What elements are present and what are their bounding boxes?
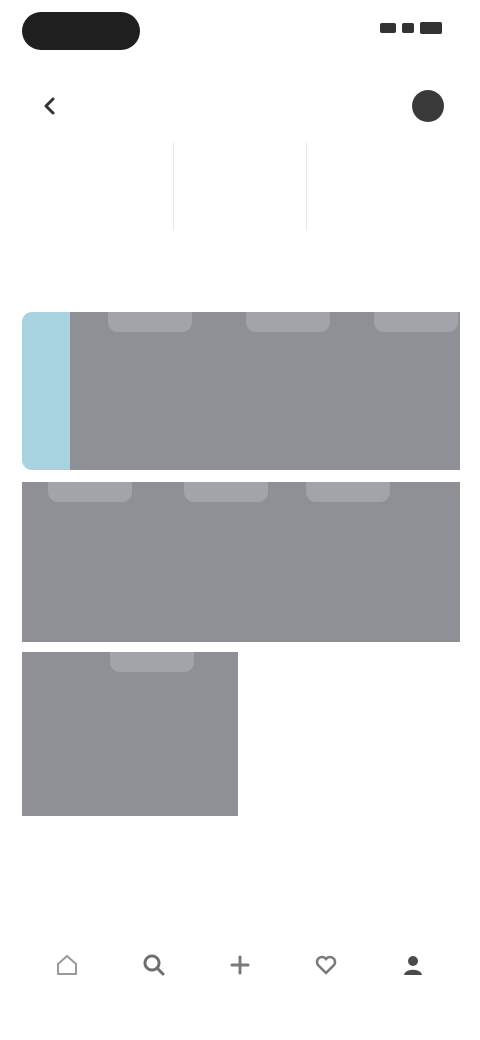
nav-search[interactable] bbox=[122, 936, 186, 1000]
header bbox=[0, 80, 480, 132]
tile-tab bbox=[374, 312, 458, 332]
grid-tile[interactable] bbox=[198, 312, 330, 470]
tile-tab bbox=[246, 312, 330, 332]
stats-row bbox=[40, 142, 440, 230]
stat-item bbox=[307, 142, 440, 230]
home-icon bbox=[57, 954, 78, 975]
nav-create[interactable] bbox=[208, 936, 272, 1000]
tile-tab bbox=[306, 482, 390, 502]
plus-icon bbox=[230, 955, 250, 975]
stat-item bbox=[174, 142, 308, 230]
stat-item bbox=[40, 142, 174, 230]
grid-tile[interactable] bbox=[296, 482, 460, 642]
grid-tile[interactable] bbox=[158, 482, 296, 642]
profile-icon bbox=[403, 956, 422, 975]
grid-tile[interactable] bbox=[22, 652, 238, 816]
status-bar bbox=[0, 0, 480, 64]
bottom-navigation bbox=[0, 920, 480, 1016]
tile-tab bbox=[48, 482, 132, 502]
back-arrow-icon bbox=[44, 97, 55, 115]
more-button[interactable] bbox=[412, 90, 444, 122]
signal-icon bbox=[380, 23, 396, 33]
tile-tab bbox=[108, 312, 192, 332]
nav-home[interactable] bbox=[35, 936, 99, 1000]
grid-tile[interactable] bbox=[22, 482, 158, 642]
status-time-pill bbox=[22, 12, 140, 50]
tile-tab bbox=[110, 652, 194, 672]
status-icons bbox=[380, 22, 442, 34]
back-button[interactable] bbox=[36, 92, 64, 120]
heart-icon bbox=[316, 955, 337, 975]
selected-indicator bbox=[22, 312, 70, 470]
grid-tile[interactable] bbox=[330, 312, 460, 470]
grid-tile[interactable] bbox=[70, 312, 198, 470]
nav-profile[interactable] bbox=[381, 936, 445, 1000]
tile-tab bbox=[184, 482, 268, 502]
search-icon bbox=[143, 954, 165, 976]
nav-activity[interactable] bbox=[294, 936, 358, 1000]
battery-icon bbox=[420, 22, 442, 34]
wifi-icon bbox=[402, 23, 414, 33]
